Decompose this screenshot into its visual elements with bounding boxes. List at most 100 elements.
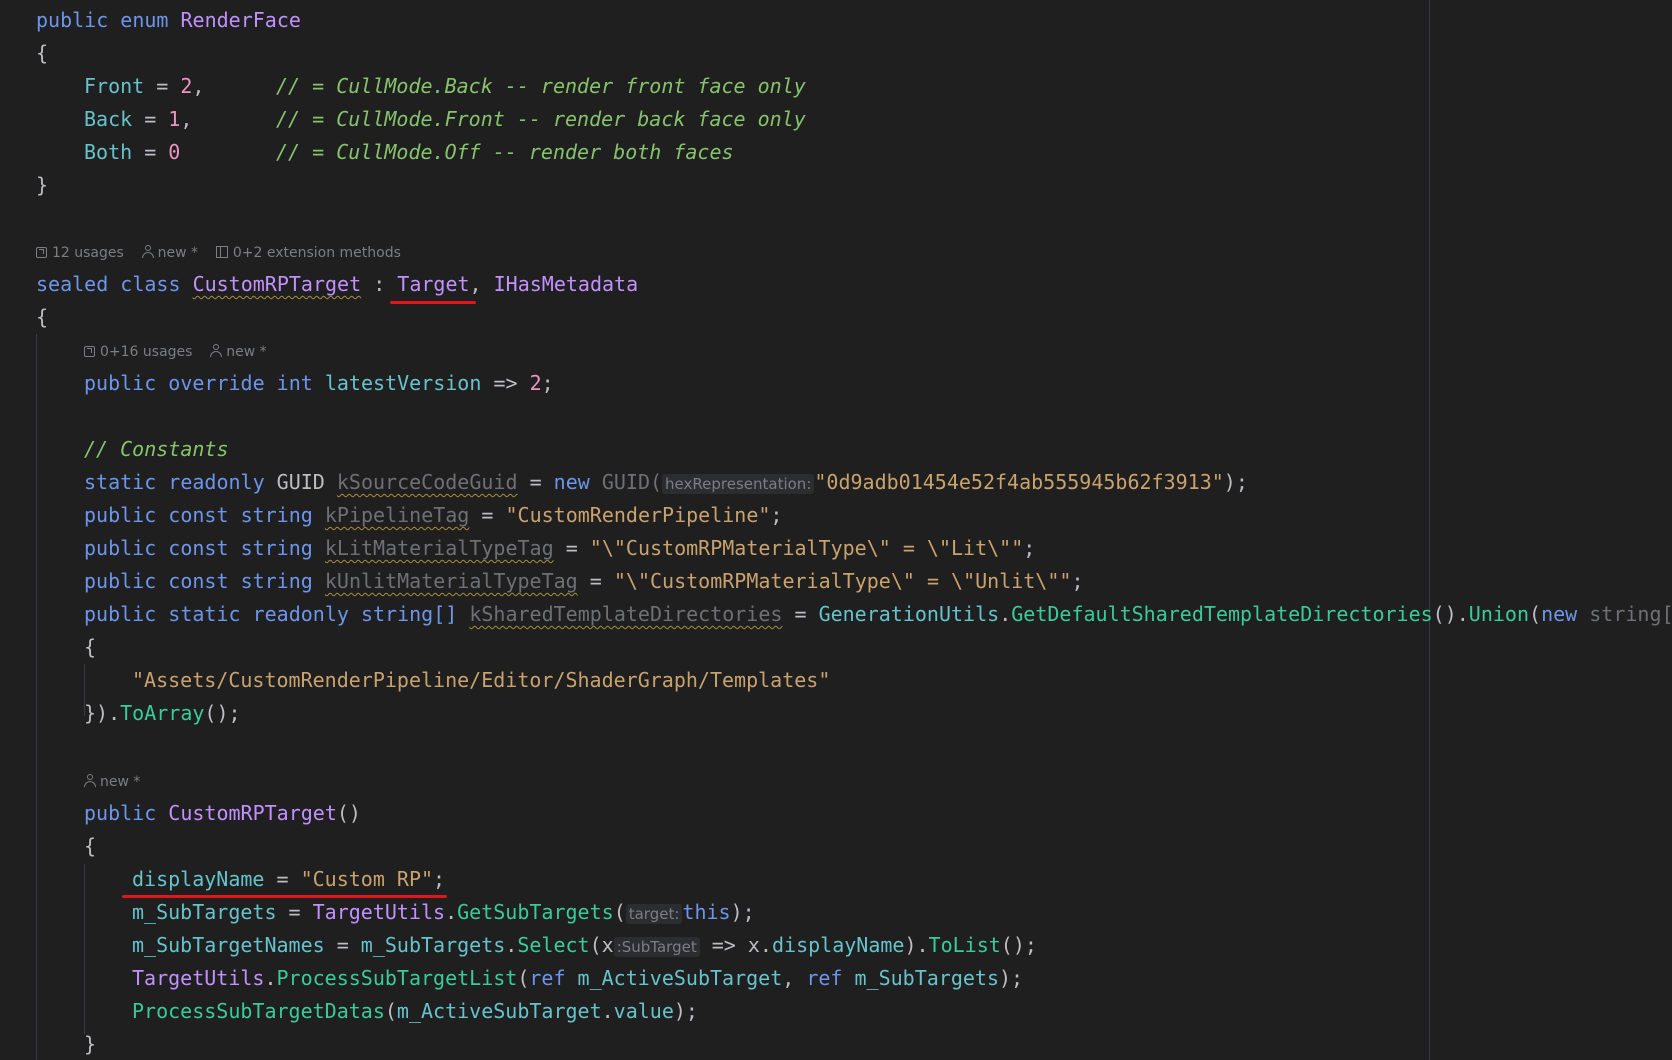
field-name[interactable]: kLitMaterialTypeTag xyxy=(325,536,554,560)
method-call[interactable]: ProcessSubTargetList xyxy=(277,966,518,990)
usages-text: 12 usages xyxy=(52,245,124,261)
number-literal: 2 xyxy=(529,371,542,395)
class-name[interactable]: CustomRPTarget xyxy=(193,272,362,296)
comment-text: // Constants xyxy=(84,437,229,461)
field-name[interactable]: kPipelineTag xyxy=(325,503,470,527)
type-keyword: string xyxy=(240,503,313,527)
constructor-name[interactable]: CustomRPTarget xyxy=(168,801,337,825)
brace: { xyxy=(84,635,97,659)
code-line-brace: { xyxy=(36,301,48,333)
enum-name: RenderFace xyxy=(180,8,301,32)
keyword: static xyxy=(84,470,157,494)
brace: } xyxy=(36,173,49,197)
comma: , xyxy=(469,272,482,296)
property-reference[interactable]: value xyxy=(614,999,674,1023)
punctuation: ( xyxy=(384,999,397,1023)
code-line-to-array: }).ToArray(); xyxy=(84,697,241,729)
usages-hint[interactable]: 12 usages xyxy=(36,245,124,261)
keyword: public xyxy=(36,8,109,32)
punctuation: ); xyxy=(1223,470,1248,494)
author-hint[interactable]: new * xyxy=(141,245,198,261)
method-call[interactable]: Select xyxy=(517,933,589,957)
field-name[interactable]: kSourceCodeGuid xyxy=(337,470,518,494)
field-reference[interactable]: m_ActiveSubTarget xyxy=(397,999,602,1023)
arrow: => xyxy=(711,933,736,957)
class-reference[interactable]: GenerationUtils xyxy=(819,602,1000,626)
comment-text: // = CullMode.Front -- render back face … xyxy=(276,107,806,131)
keyword: new xyxy=(1541,602,1578,626)
code-line-guid: static readonly GUID kSourceCodeGuid = n… xyxy=(84,466,1248,498)
property-reference[interactable]: displayName xyxy=(772,933,904,957)
method-call[interactable]: ToArray xyxy=(120,701,204,725)
keyword: public xyxy=(84,503,157,527)
method-call[interactable]: ProcessSubTargetDatas xyxy=(132,999,385,1023)
extensions-text: 0+2 extension methods xyxy=(232,245,401,261)
usages-icon xyxy=(84,346,95,357)
usages-text: 0+16 usages xyxy=(100,344,193,360)
string-literal: "0d9adb01454e52f4ab555945b62f3913" xyxy=(814,470,1224,494)
code-line-subtargets: m_SubTargets = TargetUtils.GetSubTargets… xyxy=(132,896,755,928)
code-editor[interactable]: public enum RenderFace { Front = 2, // =… xyxy=(0,0,1672,1060)
class-reference[interactable]: TargetUtils xyxy=(313,900,445,924)
type-keyword: string xyxy=(240,569,313,593)
punctuation: (). xyxy=(1432,602,1469,626)
method-call[interactable]: GetDefaultSharedTemplateDirectories xyxy=(1011,602,1432,626)
punctuation: ); xyxy=(730,900,755,924)
keyword: const xyxy=(168,536,229,560)
interface-name[interactable]: IHasMetadata xyxy=(494,272,639,296)
code-line-shared-dirs: public static readonly string[] kSharedT… xyxy=(84,598,1672,630)
author-text: new * xyxy=(100,774,141,790)
code-comment: // = CullMode.Back -- render front face … xyxy=(276,70,806,102)
extension-methods-icon xyxy=(215,246,228,258)
field-name[interactable]: kSharedTemplateDirectories xyxy=(469,602,782,626)
person-icon xyxy=(84,774,96,787)
field-reference[interactable]: displayName xyxy=(132,867,264,891)
keyword: readonly xyxy=(252,602,349,626)
punctuation: ); xyxy=(999,966,1024,990)
keyword: this xyxy=(682,900,731,924)
author-hint[interactable]: new * xyxy=(210,344,267,360)
equals: = xyxy=(589,569,602,593)
field-reference[interactable]: m_SubTargetNames xyxy=(132,933,325,957)
base-class[interactable]: Target xyxy=(397,272,469,296)
string-literal: "Assets/CustomRenderPipeline/Editor/Shad… xyxy=(132,668,831,692)
punctuation: ). xyxy=(904,933,929,957)
method-call[interactable]: Union xyxy=(1469,602,1529,626)
parameter-hint: target: xyxy=(625,904,683,924)
code-line-enum-decl: public enum RenderFace xyxy=(36,4,301,36)
code-line-latest-version: public override int latestVersion => 2; xyxy=(84,367,554,399)
constructor-call[interactable]: GUID( xyxy=(602,470,662,494)
enum-member-name: Front xyxy=(84,74,145,98)
field-reference[interactable]: m_ActiveSubTarget xyxy=(578,966,783,990)
indent-guide xyxy=(84,864,85,1034)
type-name[interactable]: GUID xyxy=(277,470,325,494)
code-comment: // = CullMode.Front -- render back face … xyxy=(276,103,806,135)
dot: . xyxy=(999,602,1012,626)
field-reference[interactable]: m_SubTargets xyxy=(132,900,277,924)
keyword: ref xyxy=(806,966,843,990)
code-line-brace: { xyxy=(84,830,96,862)
code-line-enum-member: Back = 1, xyxy=(84,107,193,131)
semicolon: ; xyxy=(770,503,783,527)
author-hint[interactable]: new * xyxy=(84,774,140,790)
code-line-enum-member: Both = 0 xyxy=(84,140,181,164)
punctuation: ( xyxy=(613,900,626,924)
method-call[interactable]: ToList xyxy=(929,933,1001,957)
property-name[interactable]: latestVersion xyxy=(325,371,482,395)
code-line-subtarget-names: m_SubTargetNames = m_SubTargets.Select(x… xyxy=(132,929,1037,961)
lambda-param: x. xyxy=(747,933,772,957)
right-margin-guide xyxy=(1429,0,1430,1060)
keyword: public xyxy=(84,371,157,395)
usages-hint[interactable]: 0+16 usages xyxy=(84,344,192,360)
extensions-hint[interactable]: 0+2 extension methods xyxy=(215,245,401,261)
code-line-brace: { xyxy=(36,37,48,69)
equals: = xyxy=(336,933,349,957)
code-line-comment: // Constants xyxy=(84,433,229,465)
field-reference[interactable]: m_SubTargets xyxy=(361,933,506,957)
method-call[interactable]: GetSubTargets xyxy=(457,900,614,924)
field-reference[interactable]: m_SubTargets xyxy=(855,966,1000,990)
type-keyword: string[] xyxy=(1589,602,1672,626)
field-name[interactable]: kUnlitMaterialTypeTag xyxy=(325,569,578,593)
class-reference[interactable]: TargetUtils xyxy=(132,966,264,990)
semicolon: ; xyxy=(433,867,446,891)
